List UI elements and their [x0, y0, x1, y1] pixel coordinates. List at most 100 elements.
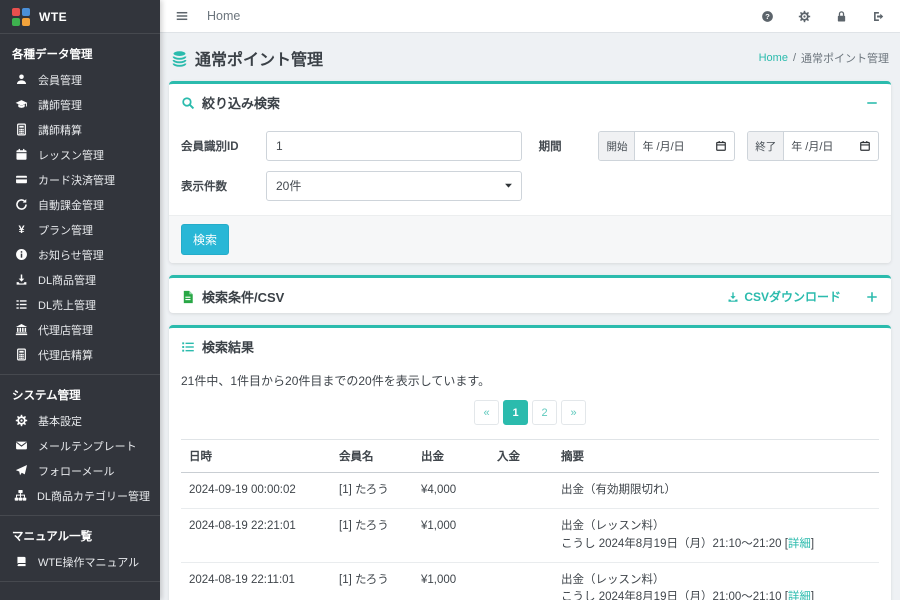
table-row: 2024-09-19 00:00:02[1] たろう¥4,000出金（有効期限切… [181, 473, 879, 509]
page-head: 通常ポイント管理 Home / 通常ポイント管理 [171, 46, 889, 70]
cell-datetime: 2024-08-19 22:21:01 [181, 509, 331, 563]
cell-summary: 出金（レッスン料）こうし 2024年8月19日（月）21:00〜21:10 [詳… [553, 562, 879, 600]
cell-withdrawal: ¥4,000 [413, 473, 489, 509]
sidebar-item[interactable]: フォローメール [0, 458, 160, 483]
hamburger-icon[interactable] [175, 9, 189, 23]
calendar-small-icon[interactable] [715, 132, 734, 160]
sidebar-item[interactable]: ¥プラン管理 [0, 217, 160, 242]
table-row: 2024-08-19 22:21:01[1] たろう¥1,000出金（レッスン料… [181, 509, 879, 563]
sidebar-item[interactable]: 講師管理 [0, 92, 160, 117]
sidebar-item[interactable]: DL売上管理 [0, 292, 160, 317]
filter-row-1: 会員識別ID 期間 開始 年 /月/日 終了 年 /月/日 [181, 131, 879, 161]
lock-icon[interactable] [835, 10, 848, 23]
logout-icon[interactable] [872, 10, 885, 23]
sidebar-item[interactable]: 会員管理 [0, 67, 160, 92]
detail-link[interactable]: 詳細 [788, 538, 811, 550]
sidebar-item[interactable]: DL商品管理 [0, 267, 160, 292]
sidebar-item[interactable]: メールテンプレート [0, 433, 160, 458]
sidebar-item[interactable]: 代理店精算 [0, 342, 160, 367]
sidebar-item[interactable]: 基本設定 [0, 408, 160, 433]
calculator-icon [13, 348, 29, 361]
sidebar-item-label: メールテンプレート [38, 438, 137, 454]
paper-plane-icon [13, 464, 29, 477]
list-check-icon [13, 298, 29, 311]
sidebar-item[interactable]: DL商品カテゴリー管理 [0, 483, 160, 508]
sidebar-item[interactable]: お知らせ管理 [0, 242, 160, 267]
pagination-prev[interactable]: « [474, 400, 499, 425]
per-page-select-wrap: 20件 [266, 171, 522, 201]
summary-line: 出金（有効期限切れ） [561, 482, 871, 499]
help-icon[interactable]: ? [761, 10, 774, 23]
gear-icon[interactable] [798, 10, 811, 23]
sidebar-item[interactable]: 講師精算 [0, 117, 160, 142]
sidebar-item-label: フォローメール [38, 463, 115, 479]
info-icon [13, 248, 29, 261]
period-start-placeholder: 年 /月/日 [635, 132, 715, 160]
sidebar-item[interactable]: 自動課金管理 [0, 192, 160, 217]
sidebar-item-label: DL商品管理 [38, 272, 96, 288]
book-icon [13, 555, 29, 568]
svg-text:¥: ¥ [18, 224, 25, 236]
download-icon [13, 273, 29, 286]
search-button[interactable]: 検索 [181, 224, 229, 255]
pagination-page-2[interactable]: 2 [532, 400, 557, 425]
breadcrumb-home-link[interactable]: Home [759, 52, 788, 64]
filter-card-footer: 検索 [169, 215, 891, 263]
user-icon [13, 73, 29, 86]
cell-member: [1] たろう [331, 473, 413, 509]
filter-row-2: 表示件数 20件 [181, 171, 879, 201]
refresh-icon [13, 198, 29, 211]
sidebar-section: システム管理基本設定メールテンプレートフォローメール DL商品カテゴリー管理 [0, 375, 160, 516]
results-card: 検索結果 21件中、1件目から20件目までの20件を表示しています。 «12» … [169, 325, 891, 600]
cell-summary: 出金（有効期限切れ） [553, 473, 879, 509]
period-end-date-input[interactable]: 終了 年 /月/日 [747, 131, 879, 161]
plus-icon[interactable] [865, 290, 879, 304]
sidebar-section-header: 各種データ管理 [0, 37, 160, 67]
detail-link[interactable]: 詳細 [788, 591, 811, 600]
period-label: 期間 [539, 138, 599, 154]
sidebar-item-label: 自動課金管理 [38, 197, 104, 213]
pagination: «12» [181, 400, 879, 425]
calculator-icon [13, 123, 29, 136]
per-page-select[interactable]: 20件 [266, 171, 522, 201]
pagination-next[interactable]: » [561, 400, 586, 425]
member-id-input[interactable] [266, 131, 522, 161]
sidebar-item-label: 基本設定 [38, 413, 82, 429]
topbar-home-link[interactable]: Home [207, 9, 240, 23]
minus-icon[interactable] [865, 96, 879, 110]
search-icon [181, 96, 195, 110]
results-card-title: 検索結果 [202, 337, 254, 356]
breadcrumb-current: 通常ポイント管理 [801, 50, 889, 66]
csv-download-label: CSVダウンロード [744, 288, 841, 305]
sidebar-section-header: システム管理 [0, 378, 160, 408]
sidebar-item[interactable]: レッスン管理 [0, 142, 160, 167]
csv-download-link[interactable]: CSVダウンロード [727, 288, 841, 305]
svg-text:?: ? [765, 12, 770, 21]
sidebar-item[interactable]: 代理店管理 [0, 317, 160, 342]
cell-member: [1] たろう [331, 562, 413, 600]
results-table-body: 2024-09-19 00:00:02[1] たろう¥4,000出金（有効期限切… [181, 473, 879, 600]
filter-card-body: 会員識別ID 期間 開始 年 /月/日 終了 年 /月/日 表示件 [169, 119, 891, 215]
coins-icon [171, 50, 188, 67]
cell-summary: 出金（レッスン料）こうし 2024年8月19日（月）21:10〜21:20 [詳… [553, 509, 879, 563]
cell-deposit [489, 562, 553, 600]
brand[interactable]: WTE [0, 0, 160, 34]
results-card-body: 21件中、1件目から20件目までの20件を表示しています。 «12» 日時会員名… [169, 363, 891, 600]
summary-line: 出金（レッスン料） [561, 572, 871, 589]
graduation-cap-icon [13, 98, 29, 111]
period-start-date-input[interactable]: 開始 年 /月/日 [598, 131, 735, 161]
sidebar-item[interactable]: WTE操作マニュアル [0, 549, 160, 574]
wte-logo-icon [12, 8, 30, 26]
main-area: Home ? 通常ポイント管理 Home / 通常ポイント管理 絞り込み検索 [160, 0, 900, 600]
sidebar-section-header: マニュアル一覧 [0, 519, 160, 549]
sidebar-item-label: レッスン管理 [38, 147, 104, 163]
sidebar-item-label: 講師精算 [38, 122, 82, 138]
calendar-small-icon[interactable] [859, 132, 878, 160]
pagination-page-1[interactable]: 1 [503, 400, 528, 425]
results-column-header: 入金 [489, 440, 553, 473]
table-row: 2024-08-19 22:11:01[1] たろう¥1,000出金（レッスン料… [181, 562, 879, 600]
sidebar-item[interactable]: カード決済管理 [0, 167, 160, 192]
yen-icon: ¥ [13, 223, 29, 236]
cell-datetime: 2024-08-19 22:11:01 [181, 562, 331, 600]
results-column-header: 摘要 [553, 440, 879, 473]
